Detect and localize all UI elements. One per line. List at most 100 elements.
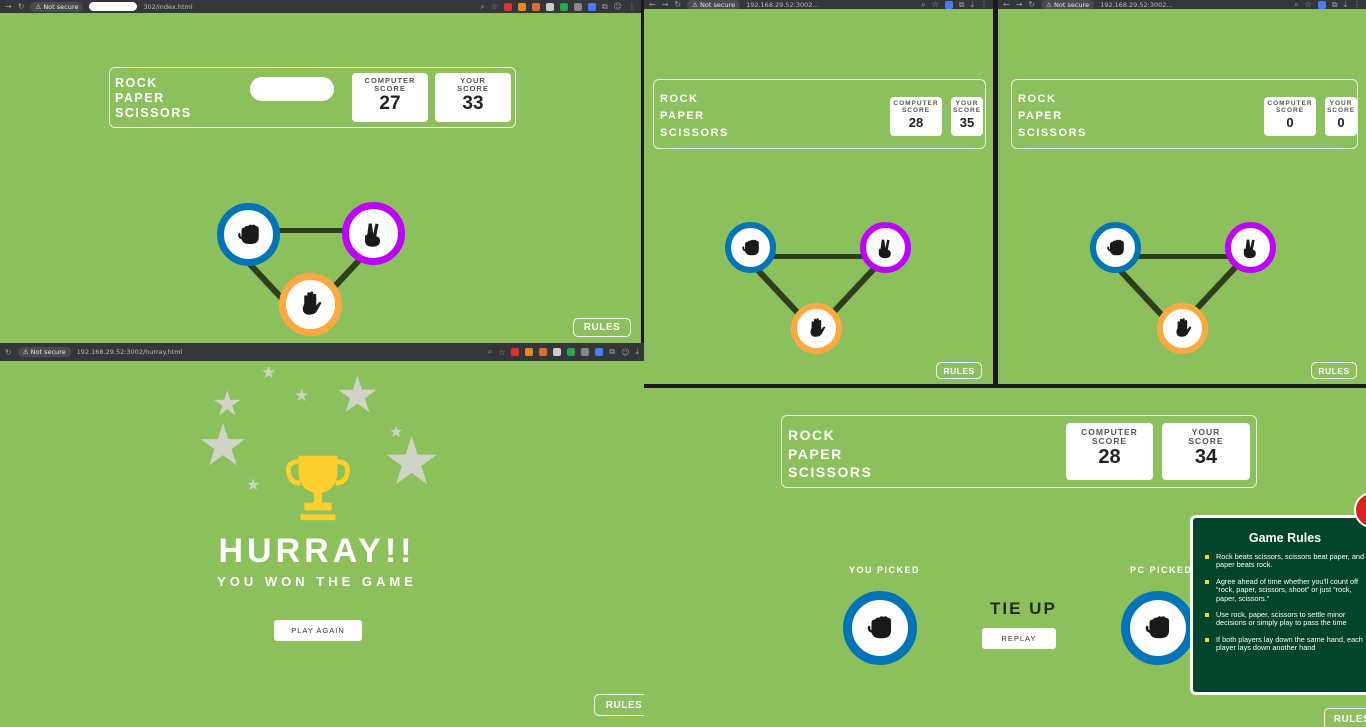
peace-sign-icon (1239, 236, 1263, 260)
your-score-card: YOUR SCORE 34 (1162, 423, 1250, 480)
paper-button[interactable] (1157, 303, 1208, 354)
scissors-button[interactable] (342, 202, 405, 265)
extension-icon[interactable] (944, 0, 953, 9)
extensions-puzzle-icon[interactable]: ⧉ (609, 347, 615, 357)
address-url[interactable]: 192.168.29.52:3002... (746, 1, 818, 9)
your-score-card: YOUR SCORE 0 (1325, 97, 1357, 136)
extension-icon[interactable] (553, 348, 562, 356)
back-icon[interactable]: ← (1003, 0, 1010, 9)
reload-icon[interactable]: ↻ (5, 348, 12, 357)
address-url[interactable]: 192.168.29.52:3002... (1100, 1, 1172, 9)
paper-button[interactable] (279, 273, 342, 336)
rock-button[interactable] (1090, 222, 1141, 273)
your-score-value: 34 (1194, 445, 1218, 468)
forward-icon[interactable]: → (5, 2, 12, 11)
menu-kebab-icon[interactable]: ⋮ (628, 2, 636, 11)
download-icon[interactable]: ⤓ (635, 347, 639, 357)
computer-score-card: COMPUTER SCORE 28 (890, 97, 942, 136)
hurray-screen: ↻ ⚠ Not secure 192.168.29.52:3002/hurray… (0, 343, 644, 727)
bookmark-star-icon[interactable]: ☆ (1305, 0, 1312, 9)
not-secure-badge[interactable]: ⚠ Not secure (1041, 0, 1095, 9)
open-hand-icon (805, 317, 829, 341)
rock-button[interactable] (725, 222, 776, 273)
game-title: ROCK PAPER SCISSORS (115, 76, 192, 121)
address-url[interactable]: 192.168.29.52:3002/hurray.html (77, 348, 183, 356)
extension-icon[interactable] (531, 2, 540, 11)
menu-kebab-icon[interactable]: ⋮ (980, 0, 988, 9)
extension-icon[interactable] (517, 2, 526, 11)
score-header: ROCK PAPER SCISSORS COMPUTER SCORE 27 YO… (109, 67, 516, 128)
extension-icon[interactable] (581, 348, 590, 356)
replay-button[interactable]: REPLAY (982, 628, 1056, 649)
paper-button[interactable] (791, 303, 842, 354)
extensions-puzzle-icon[interactable]: ⧉ (602, 2, 608, 12)
profile-icon[interactable]: ☺ (621, 348, 629, 357)
zoom-icon[interactable]: ⌕ (480, 2, 484, 12)
extension-icon[interactable] (1317, 0, 1326, 9)
star-icon: ★ (382, 424, 442, 498)
not-secure-badge[interactable]: ⚠ Not secure (687, 0, 741, 9)
rules-button[interactable]: RULES (594, 694, 644, 716)
extension-icon[interactable] (587, 2, 596, 11)
extension-icon[interactable] (559, 2, 568, 11)
extension-icon[interactable] (525, 348, 534, 356)
extension-icon[interactable] (539, 348, 548, 356)
profile-icon[interactable]: ☺ (614, 2, 622, 11)
scissors-button[interactable] (1225, 222, 1276, 273)
computer-label-line2: SCORE (1275, 106, 1305, 114)
bookmark-star-icon[interactable]: ☆ (932, 0, 939, 9)
title-scissors: SCISSORS (115, 106, 192, 120)
your-score-label: YOUR SCORE (435, 73, 511, 93)
extensions-puzzle-icon[interactable]: ⧉ (1332, 0, 1338, 9)
browser-toolbar: ← → ↻ ⚠ Not secure 192.168.29.52:3002...… (998, 0, 1366, 9)
rules-button[interactable]: RULES (573, 318, 631, 337)
forward-icon[interactable]: → (662, 0, 669, 9)
won-subtitle: YOU WON THE GAME (217, 574, 417, 589)
forward-icon[interactable]: → (1016, 0, 1023, 9)
not-secure-badge[interactable]: ⚠ Not secure (30, 1, 84, 12)
redacted-element (250, 77, 334, 101)
reload-icon[interactable]: ↻ (18, 2, 25, 11)
download-icon[interactable]: ⤓ (1343, 0, 1347, 9)
score-header: ROCK PAPER SCISSORS COMPUTER SCORE 0 YOU… (1011, 79, 1358, 149)
play-again-button[interactable]: PLAY AGAIN (274, 620, 362, 641)
extensions-puzzle-icon[interactable]: ⧉ (959, 0, 965, 9)
rules-list: Rock beats scissors, scissors beat paper… (1193, 545, 1366, 653)
computer-score-label: COMPUTER SCORE (1264, 97, 1316, 115)
rules-panel: Game Rules Rock beats scissors, scissors… (1190, 515, 1366, 695)
rules-button[interactable]: RULES (1311, 362, 1357, 379)
bookmark-star-icon[interactable]: ☆ (498, 348, 505, 357)
your-score-label: YOUR SCORE (1325, 97, 1357, 115)
address-url[interactable]: 302/index.html (143, 3, 192, 11)
zoom-icon[interactable]: ⌕ (921, 0, 925, 9)
extension-icon[interactable] (545, 2, 554, 11)
redacted-host (89, 2, 138, 11)
extension-icon[interactable] (567, 348, 576, 356)
scissors-button[interactable] (860, 222, 911, 273)
zoom-icon[interactable]: ⌕ (488, 347, 492, 357)
star-icon: ★ (335, 367, 380, 423)
computer-score-label: COMPUTER SCORE (352, 73, 428, 93)
reload-icon[interactable]: ↻ (674, 0, 681, 9)
back-icon[interactable]: ← (649, 0, 656, 9)
rock-button[interactable] (217, 203, 280, 266)
computer-score-label: COMPUTER SCORE (890, 97, 942, 115)
rules-button[interactable]: RULES (936, 362, 982, 379)
score-header: ROCK PAPER SCISSORS COMPUTER SCORE 28 YO… (653, 79, 986, 149)
browser-toolbar: → ↻ ⚠ Not secure 302/index.html ⌕ ☆ ⧉ ☺ … (0, 0, 641, 13)
bookmark-star-icon[interactable]: ☆ (491, 2, 498, 11)
extension-icon[interactable] (595, 348, 604, 356)
title-paper: PAPER (788, 445, 843, 462)
extension-icon[interactable] (503, 2, 512, 11)
fist-icon (739, 236, 763, 260)
zoom-icon[interactable]: ⌕ (1294, 0, 1298, 9)
not-secure-badge[interactable]: ⚠ Not secure (17, 347, 71, 357)
extension-icon[interactable] (573, 2, 582, 11)
rules-button[interactable]: RULES (1324, 708, 1366, 727)
menu-kebab-icon[interactable]: ⋮ (1353, 0, 1361, 9)
extension-icon[interactable] (511, 348, 520, 356)
reload-icon[interactable]: ↻ (1028, 0, 1035, 9)
download-icon[interactable]: ⤓ (970, 0, 974, 9)
browser-toolbar: ← → ↻ ⚠ Not secure 192.168.29.52:3002...… (644, 0, 993, 9)
not-secure-label: Not secure (43, 2, 79, 11)
